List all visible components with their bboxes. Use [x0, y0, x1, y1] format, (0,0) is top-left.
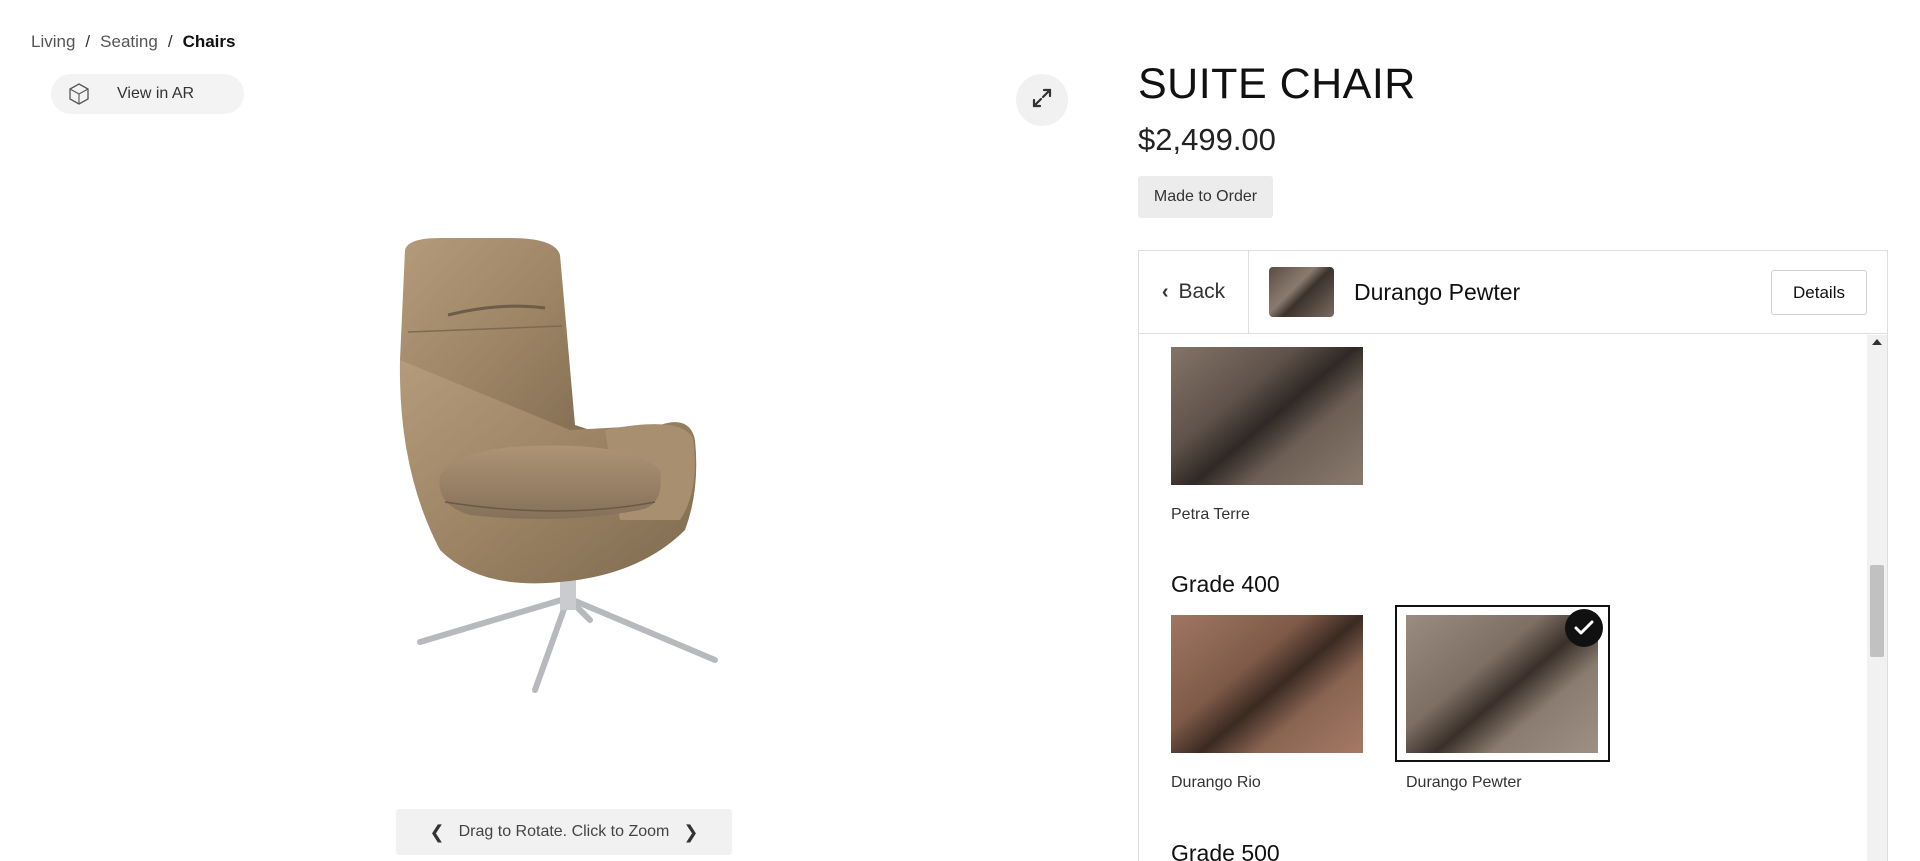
view-in-ar-label: View in AR — [117, 85, 195, 102]
grade-heading: Grade 500 — [1171, 840, 1280, 861]
chevron-left-icon: ‹ — [1161, 280, 1169, 303]
scroll-up-icon[interactable] — [1872, 339, 1882, 345]
breadcrumb-current: Chairs — [182, 32, 236, 51]
back-label: Back — [1178, 280, 1226, 303]
back-button[interactable]: ‹ Back — [1139, 251, 1249, 333]
scrollbar-thumb[interactable] — [1870, 565, 1884, 657]
expand-icon — [1031, 87, 1053, 114]
chair-image — [399, 238, 718, 693]
swatch-list: Petra Terre Grade 400 Durango Rio Durang… — [1139, 335, 1869, 861]
expand-button[interactable] — [1016, 74, 1068, 126]
rotate-hint-bar: ❮ Drag to Rotate. Click to Zoom ❯ — [396, 809, 732, 855]
swatch-durango-pewter-selected[interactable] — [1395, 605, 1610, 762]
view-in-ar-button[interactable]: View in AR — [51, 74, 244, 114]
scrollbar[interactable] — [1867, 335, 1887, 861]
swatch-petra-terre[interactable] — [1171, 347, 1363, 485]
swatch-durango-rio[interactable] — [1171, 615, 1363, 753]
breadcrumb-separator: / — [167, 32, 173, 51]
product-viewer[interactable] — [360, 220, 780, 700]
selector-header: ‹ Back Durango Pewter Details — [1139, 251, 1887, 334]
breadcrumb-separator: / — [85, 32, 91, 51]
swatch-label: Petra Terre — [1171, 506, 1250, 523]
ar-cube-icon — [66, 81, 92, 107]
made-to-order-badge: Made to Order — [1138, 176, 1273, 218]
chevron-left-icon[interactable]: ❮ — [430, 822, 445, 843]
swatch-label: Durango Pewter — [1406, 774, 1522, 791]
breadcrumb: Living / Seating / Chairs — [31, 32, 235, 52]
grade-heading: Grade 400 — [1171, 571, 1280, 597]
product-price: $2,499.00 — [1138, 122, 1276, 157]
checkmark-icon — [1565, 609, 1603, 647]
breadcrumb-living[interactable]: Living — [31, 32, 75, 52]
fabric-selector-panel: ‹ Back Durango Pewter Details Petra Terr… — [1138, 250, 1888, 861]
chevron-right-icon[interactable]: ❯ — [683, 822, 698, 843]
swatch-label: Durango Rio — [1171, 774, 1261, 791]
product-title: SUITE CHAIR — [1138, 60, 1416, 108]
selected-fabric-name: Durango Pewter — [1354, 278, 1521, 305]
breadcrumb-seating[interactable]: Seating — [100, 32, 158, 52]
selected-fabric-thumbnail — [1269, 267, 1334, 317]
rotate-hint-text: Drag to Rotate. Click to Zoom — [458, 823, 670, 840]
details-button[interactable]: Details — [1771, 270, 1867, 315]
